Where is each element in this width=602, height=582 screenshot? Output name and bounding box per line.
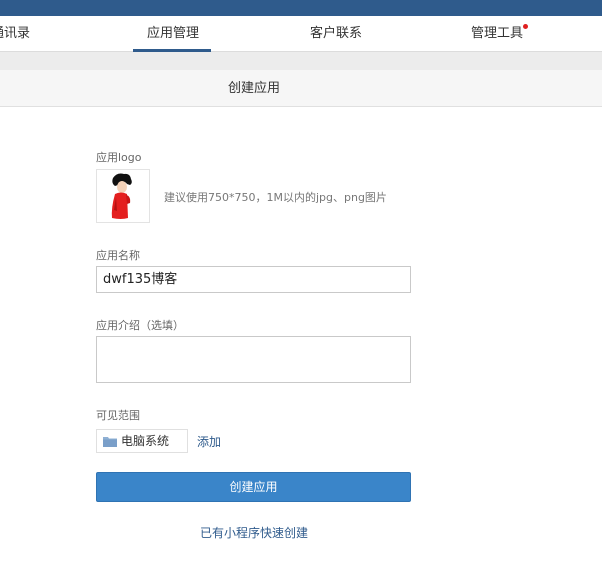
nav-item-app-management[interactable]: 应用管理 [147, 16, 199, 52]
logo-upload[interactable] [96, 169, 150, 223]
folder-icon [103, 437, 117, 447]
scope-label: 可见范围 [96, 409, 140, 422]
name-label: 应用名称 [96, 249, 140, 262]
top-bar [0, 0, 602, 16]
app-intro-textarea[interactable] [96, 336, 411, 383]
quick-create-link[interactable]: 已有小程序快速创建 [0, 524, 508, 541]
main-nav: 通讯录 应用管理 客户联系 管理工具 [0, 16, 602, 52]
page-header: 创建应用 [0, 70, 602, 107]
create-app-button[interactable]: 创建应用 [96, 472, 411, 502]
logo-hint: 建议使用750*750，1M以内的jpg、png图片 [164, 191, 387, 204]
intro-label: 应用介绍（选填） [96, 319, 184, 332]
avatar-icon [97, 170, 149, 222]
scope-item-label: 电脑系统 [121, 434, 170, 448]
add-scope-link[interactable]: 添加 [197, 433, 221, 450]
nav-separator [0, 52, 602, 70]
nav-item-management-tools[interactable]: 管理工具 [471, 16, 523, 52]
scope-item: 电脑系统 [96, 429, 188, 453]
nav-item-contacts[interactable]: 通讯录 [0, 16, 30, 52]
nav-item-customer-contact[interactable]: 客户联系 [310, 16, 362, 52]
app-name-input[interactable]: dwf135博客 [96, 266, 411, 293]
notification-badge [523, 24, 528, 29]
page-title: 创建应用 [227, 81, 280, 96]
logo-label: 应用logo [96, 151, 142, 164]
